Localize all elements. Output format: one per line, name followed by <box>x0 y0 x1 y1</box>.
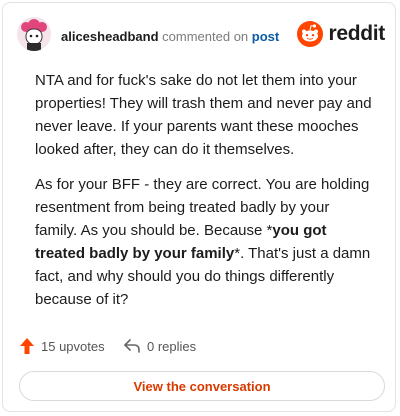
comment-body: NTA and for fuck's sake do not let them … <box>35 69 375 323</box>
replies-button[interactable]: 0 replies <box>123 335 196 357</box>
upvote-button[interactable]: 15 upvotes <box>19 335 105 357</box>
byline: alicesheadband commented on post <box>61 29 279 45</box>
upvote-count: 15 upvotes <box>41 338 105 354</box>
avatar[interactable] <box>17 17 51 51</box>
upvote-arrow-icon <box>20 338 34 354</box>
avatar-icon <box>17 17 51 51</box>
reddit-logo-icon <box>297 21 323 47</box>
post-link[interactable]: post <box>252 29 279 44</box>
commented-label: commented on <box>162 29 249 44</box>
reply-count: 0 replies <box>147 338 197 354</box>
reddit-wordmark: reddit <box>328 22 385 45</box>
comment-paragraph: NTA and for fuck's sake do not let them … <box>35 72 372 158</box>
username-link[interactable]: alicesheadband <box>61 29 159 44</box>
comment-actions: 15 upvotes 0 replies <box>19 335 379 357</box>
comment-paragraph: As for your BFF - they are correct. You … <box>35 173 375 311</box>
reply-arrow-icon <box>124 339 140 353</box>
comment-header: alicesheadband commented on post reddit <box>17 17 385 51</box>
comment-card: alicesheadband commented on post reddit … <box>2 2 396 412</box>
view-conversation-button[interactable]: View the conversation <box>19 371 385 401</box>
